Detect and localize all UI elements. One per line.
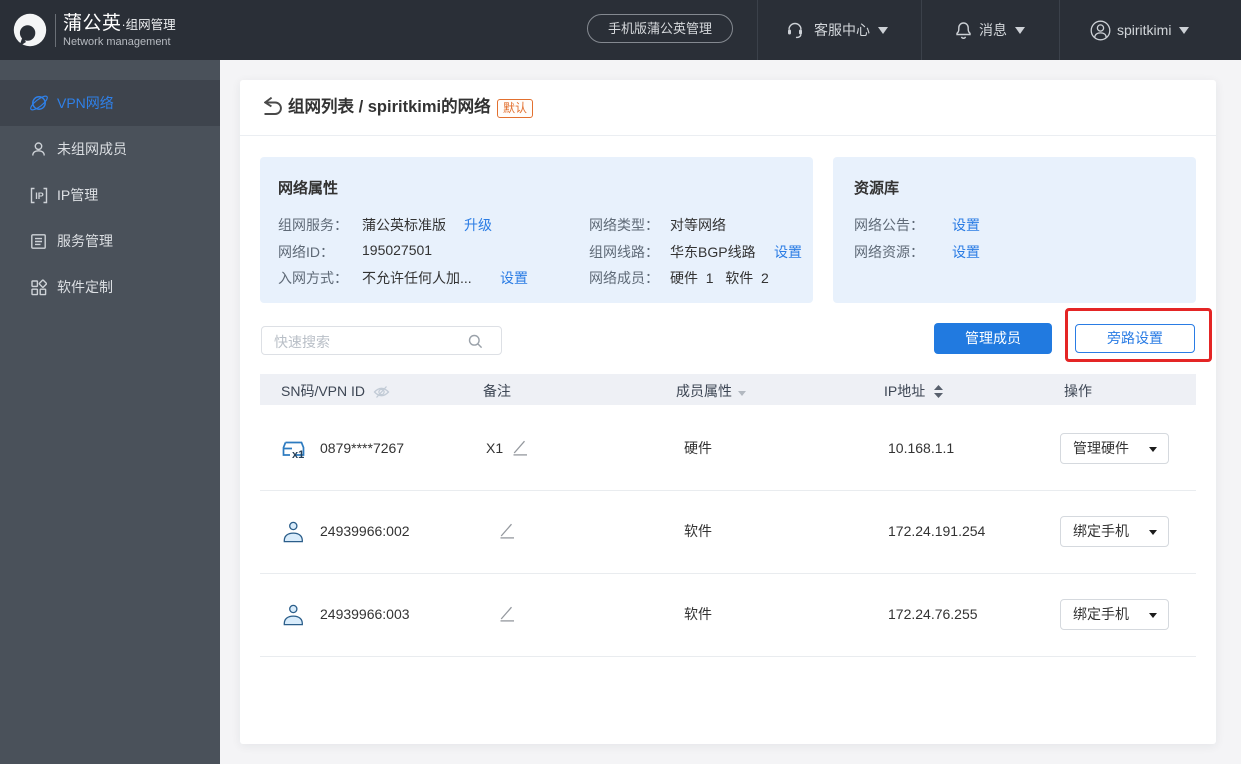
svg-text:IP: IP [35, 191, 44, 201]
svg-text:x1: x1 [292, 449, 304, 459]
